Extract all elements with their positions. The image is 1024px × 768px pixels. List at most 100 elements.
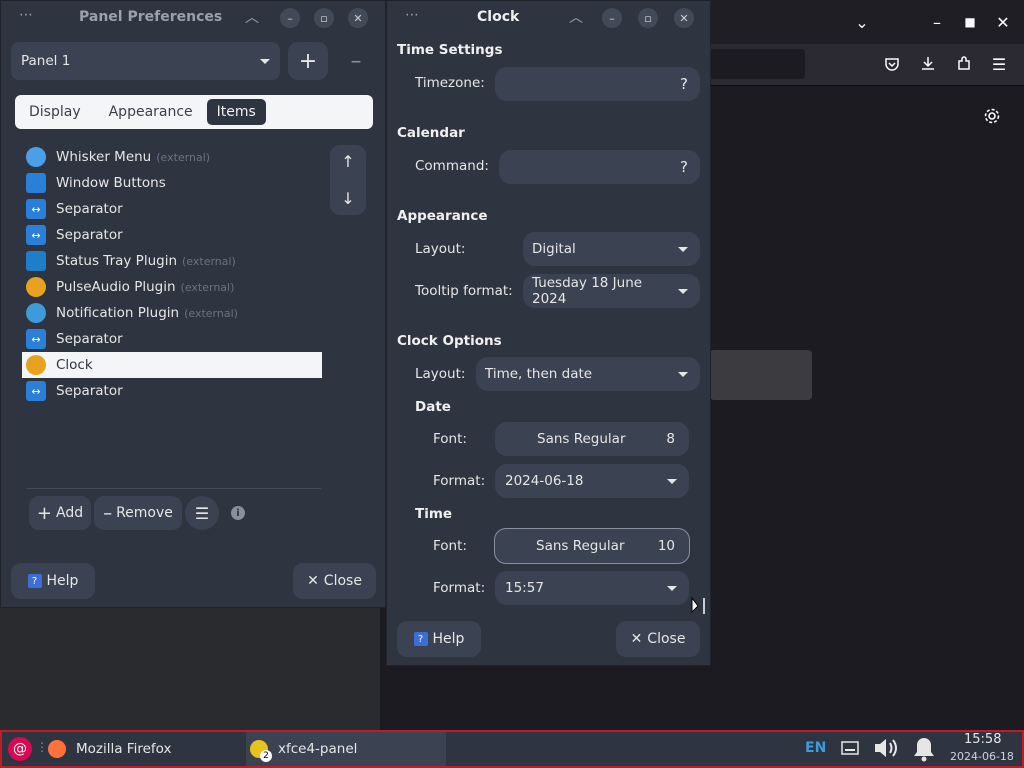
chevron-down-icon — [260, 58, 270, 64]
task-badge: 2 — [260, 750, 272, 762]
close-icon[interactable]: ✕ — [991, 10, 1015, 34]
close-icon: ✕ — [307, 573, 319, 589]
close-button[interactable]: ✕ Close — [616, 621, 700, 657]
timezone-input[interactable]: ? — [495, 67, 700, 101]
command-label: Command: — [415, 158, 489, 174]
list-item-label: Status Tray Plugin — [56, 253, 177, 269]
status-tray-icon — [26, 251, 46, 271]
section-time-settings: Time Settings — [397, 42, 503, 58]
chevron-down-icon — [678, 371, 688, 377]
window-title: Clock — [477, 9, 520, 25]
clock-layout-select[interactable]: Time, then date — [476, 357, 700, 391]
chevron-down-icon — [667, 478, 677, 484]
separator-icon: ↔ — [26, 199, 46, 219]
menu-icon[interactable]: ☰ — [987, 52, 1011, 76]
maximize-icon[interactable]: ■ — [958, 10, 982, 34]
keyboard-layout[interactable]: EN — [805, 740, 826, 756]
time-format-select[interactable]: 15:57 — [495, 571, 689, 605]
close-label: Close — [647, 631, 686, 647]
list-item[interactable]: Notification Plugin (external) — [22, 300, 322, 326]
command-input[interactable]: ? — [499, 150, 700, 184]
panel-select[interactable]: Panel 1 — [11, 42, 280, 80]
tooltip-format-select[interactable]: Tuesday 18 June 2024 — [523, 274, 700, 308]
add-panel-button[interactable]: + — [288, 42, 328, 80]
task-xfce4-panel[interactable]: 2 xfce4-panel — [246, 732, 446, 766]
notification-icon — [26, 303, 46, 323]
maximize-icon[interactable]: ▫ — [638, 8, 658, 28]
separator-icon: ↔ — [26, 381, 46, 401]
question-icon[interactable]: ? — [680, 158, 688, 176]
tab-display[interactable]: Display — [19, 99, 91, 125]
shade-icon[interactable]: ︿ — [569, 7, 583, 27]
time-format-label: Format: — [433, 580, 486, 596]
arrow-up-icon[interactable]: ↑ — [341, 152, 354, 171]
task-firefox[interactable]: Mozilla Firefox — [44, 732, 244, 766]
list-item[interactable]: ↔ Separator — [22, 378, 322, 404]
layout-select[interactable]: Digital — [523, 232, 700, 266]
list-item[interactable]: Status Tray Plugin (external) — [22, 248, 322, 274]
item-list-button[interactable]: ☰ — [185, 496, 219, 530]
gear-icon[interactable] — [980, 104, 1004, 128]
question-icon[interactable]: ? — [680, 75, 688, 93]
tab-items[interactable]: Items — [206, 99, 266, 125]
maximize-icon[interactable]: ▫ — [314, 8, 334, 28]
window-menu-icon[interactable]: ⋯ — [19, 7, 33, 23]
help-button[interactable]: ? Help — [397, 621, 481, 657]
minus-icon: – — [350, 48, 362, 74]
date-format-label: Format: — [433, 473, 486, 489]
window-menu-icon[interactable]: ⋯ — [405, 7, 419, 23]
minimize-icon[interactable]: – — [602, 8, 622, 28]
network-icon[interactable] — [840, 738, 860, 762]
remove-item-button[interactable]: – Remove — [94, 496, 182, 530]
date-format-select[interactable]: 2024-06-18 — [495, 464, 689, 498]
help-button[interactable]: ? Help — [11, 563, 95, 599]
notification-bell-icon[interactable] — [910, 736, 938, 766]
list-item[interactable]: ↔ Separator — [22, 222, 322, 248]
whisker-menu-button[interactable]: @ — [6, 734, 34, 764]
item-info-button[interactable]: i — [222, 496, 254, 530]
panel-preferences-window: ⋯ Panel Preferences ︿ – ▫ ✕ Panel 1 + – … — [0, 0, 386, 608]
content-block — [710, 350, 812, 400]
date-font-button[interactable]: Sans Regular 8 — [495, 422, 689, 456]
tab-appearance[interactable]: Appearance — [99, 99, 203, 125]
help-label: Help — [432, 631, 465, 647]
list-item[interactable]: PulseAudio Plugin (external) — [22, 274, 322, 300]
date-font-size: 8 — [666, 431, 675, 447]
taskbar: @ ⋮ Mozilla Firefox 2 xfce4-panel EN 15:… — [0, 730, 1024, 768]
volume-icon[interactable] — [872, 735, 902, 765]
clock-time[interactable]: 15:58 — [964, 732, 1001, 747]
extensions-icon[interactable] — [952, 52, 976, 76]
chevron-down-icon — [678, 246, 688, 252]
list-icon: ☰ — [194, 503, 210, 523]
list-item[interactable]: Window Buttons — [22, 170, 322, 196]
minimize-icon[interactable]: – — [280, 8, 300, 28]
close-label: Close — [323, 573, 362, 589]
list-item-label: Notification Plugin — [56, 305, 180, 321]
arrow-down-icon[interactable]: ↓ — [341, 189, 354, 208]
pocket-icon[interactable] — [880, 52, 904, 76]
section-time: Time — [415, 506, 453, 522]
close-button[interactable]: ✕ Close — [293, 563, 376, 599]
list-item[interactable]: ↔ Separator — [22, 196, 322, 222]
chevron-down-icon[interactable]: ⌄ — [850, 10, 874, 34]
clock-layout-label: Layout: — [415, 366, 466, 382]
list-item[interactable]: ↔ Separator — [22, 326, 322, 352]
list-item[interactable]: Clock — [22, 352, 322, 378]
add-item-button[interactable]: + Add — [29, 496, 91, 530]
section-appearance: Appearance — [397, 208, 488, 224]
minimize-icon[interactable]: – — [925, 10, 949, 34]
clock-date[interactable]: 2024-06-18 — [950, 750, 1014, 763]
remove-item-label: Remove — [116, 505, 173, 521]
list-item-label: Whisker Menu — [56, 149, 152, 165]
titlebar: ⋯ Panel Preferences ︿ – ▫ ✕ — [1, 1, 385, 35]
tooltip-format-label: Tooltip format: — [415, 283, 513, 299]
shade-icon[interactable]: ︿ — [245, 7, 259, 27]
task-label: xfce4-panel — [278, 741, 358, 757]
download-icon[interactable] — [916, 52, 940, 76]
remove-panel-button[interactable]: – — [336, 42, 376, 80]
plus-icon: + — [36, 502, 52, 524]
close-icon[interactable]: ✕ — [348, 8, 368, 28]
list-item[interactable]: Whisker Menu (external) — [22, 144, 322, 170]
close-icon[interactable]: ✕ — [674, 8, 694, 28]
time-font-button[interactable]: Sans Regular 10 — [494, 528, 690, 564]
